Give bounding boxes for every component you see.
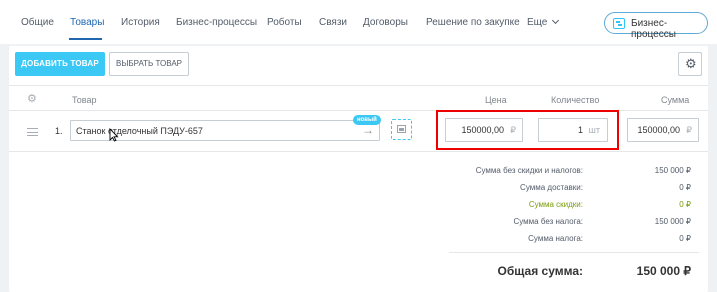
- product-name-value: Станок отделочный ПЭДУ-657: [76, 126, 203, 136]
- business-process-icon: [613, 18, 625, 29]
- total-value: 150 000 ₽: [636, 264, 691, 278]
- sum-input[interactable]: 150000,00 ₽: [627, 118, 699, 142]
- image-icon: [397, 125, 406, 133]
- business-processes-button-label: Бизнес-процессы: [631, 18, 676, 40]
- summary-value: 0 ₽: [679, 183, 691, 192]
- drag-handle-icon[interactable]: [27, 128, 38, 136]
- tab-purchase-decision[interactable]: Решение по закупке: [426, 17, 520, 28]
- summary-label: Сумма без скидки и налогов:: [475, 166, 583, 175]
- summary-label: Сумма доставки:: [520, 183, 583, 192]
- products-card: ДОБАВИТЬ ТОВАР ВЫБРАТЬ ТОВАР ⚙ ⚙ Товар Ц…: [9, 46, 708, 292]
- tab-business-processes[interactable]: Бизнес-процессы: [176, 17, 257, 28]
- gear-icon: ⚙: [685, 56, 697, 71]
- tab-contracts[interactable]: Договоры: [363, 17, 408, 28]
- settings-button[interactable]: ⚙: [678, 52, 702, 76]
- columns-settings-icon[interactable]: ⚙: [27, 92, 37, 105]
- highlight-box: [436, 110, 619, 150]
- divider: [9, 85, 708, 86]
- choose-product-button[interactable]: ВЫБРАТЬ ТОВАР: [109, 52, 189, 76]
- summary-label: Сумма без налога:: [513, 217, 583, 226]
- sum-currency: ₽: [686, 125, 692, 135]
- tab-robots[interactable]: Роботы: [267, 17, 302, 28]
- tab-general[interactable]: Общие: [21, 17, 54, 28]
- sum-value: 150000,00: [637, 125, 680, 135]
- tab-links[interactable]: Связи: [319, 17, 347, 28]
- row-number: 1.: [55, 126, 63, 136]
- summary-label: Сумма скидки:: [528, 200, 583, 209]
- summary-value: 0 ₽: [679, 200, 691, 209]
- business-processes-button[interactable]: Бизнес-процессы: [604, 12, 708, 40]
- tab-more-label: Еще: [527, 17, 548, 28]
- product-image-upload[interactable]: [391, 119, 412, 140]
- divider: [9, 151, 708, 152]
- column-header-price: Цена: [485, 95, 507, 105]
- active-tab-underline: [69, 38, 102, 40]
- add-product-button[interactable]: ДОБАВИТЬ ТОВАР: [15, 52, 105, 76]
- tab-products[interactable]: Товары: [70, 17, 104, 28]
- summary-label: Сумма налога:: [528, 234, 583, 243]
- tab-history[interactable]: История: [121, 17, 160, 28]
- arrow-right-icon[interactable]: →: [362, 123, 374, 137]
- chevron-down-icon: [552, 16, 560, 25]
- column-header-quantity: Количество: [551, 95, 600, 105]
- new-badge: новый: [353, 115, 381, 125]
- divider: [449, 252, 699, 253]
- summary-value: 0 ₽: [679, 234, 691, 243]
- summary-value: 150 000 ₽: [654, 217, 691, 226]
- column-header-sum: Сумма: [661, 95, 690, 105]
- summary-value: 150 000 ₽: [654, 166, 691, 175]
- tab-bar: Общие Товары История Бизнес-процессы Роб…: [0, 0, 717, 44]
- tab-more[interactable]: Еще: [527, 16, 560, 28]
- total-label: Общая сумма:: [497, 264, 583, 278]
- column-header-product: Товар: [72, 95, 97, 105]
